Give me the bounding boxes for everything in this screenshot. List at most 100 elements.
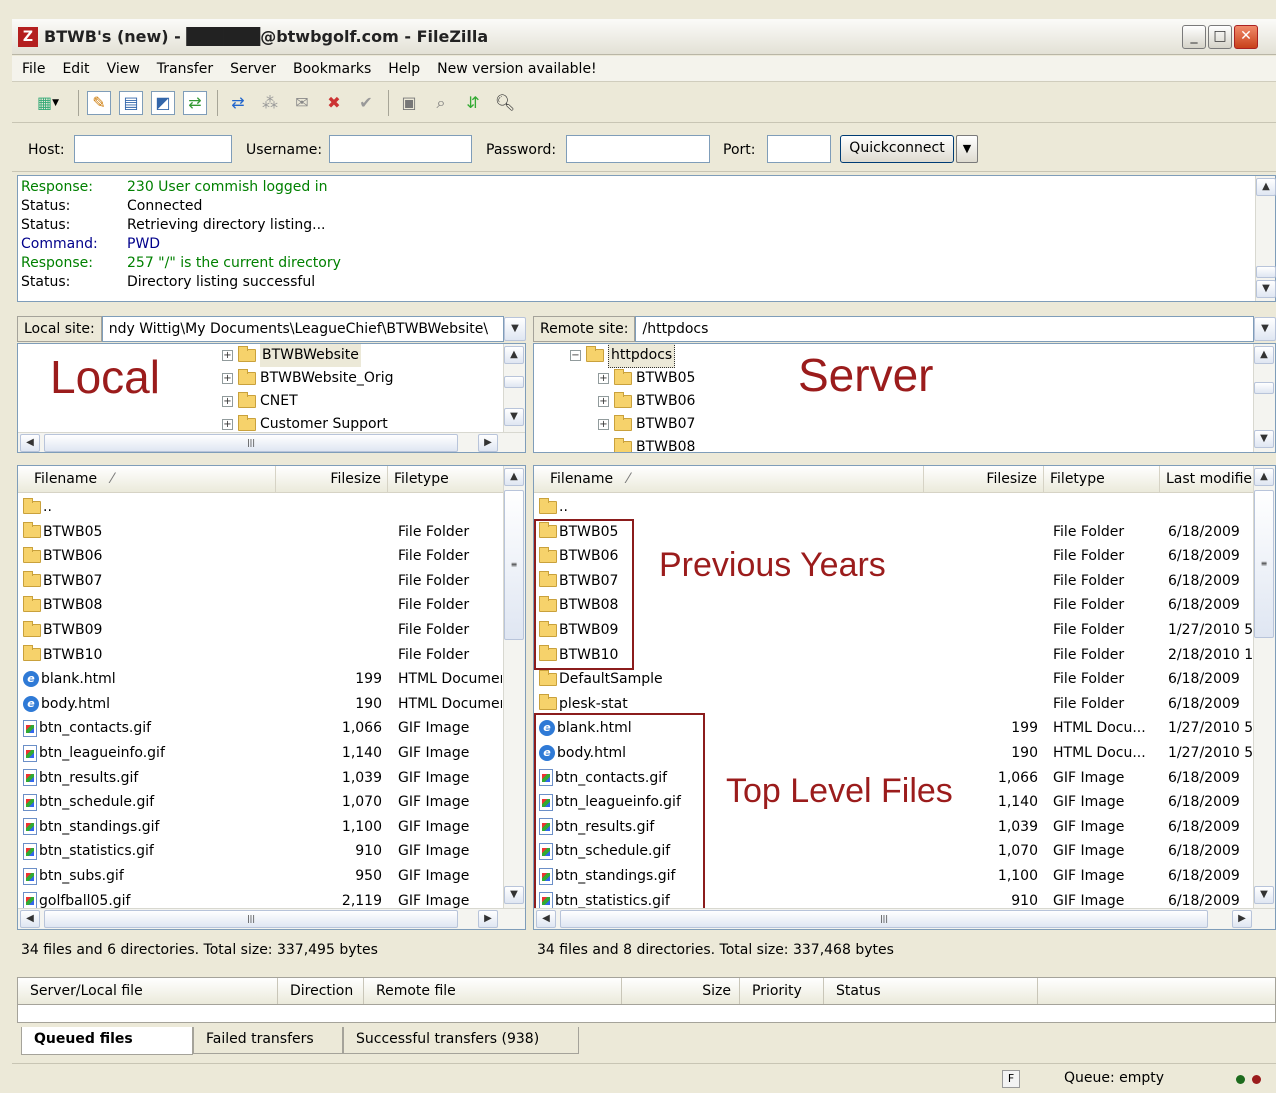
- local-file-row[interactable]: ..: [18, 495, 503, 520]
- expand-icon[interactable]: +: [598, 396, 609, 407]
- menu-new-version[interactable]: New version available!: [437, 61, 597, 77]
- scroll-down-icon[interactable]: ▼: [504, 408, 524, 426]
- remote-file-row[interactable]: BTWB06 File Folder 6/18/2009: [534, 544, 1255, 569]
- expand-icon[interactable]: +: [598, 419, 609, 430]
- scroll-right-icon[interactable]: ▶: [478, 434, 498, 452]
- local-header-filetype[interactable]: Filetype: [388, 466, 503, 493]
- scroll-up-icon[interactable]: ▲: [1256, 178, 1276, 196]
- username-input[interactable]: [329, 135, 472, 163]
- scroll-right-icon[interactable]: ▶: [478, 910, 498, 928]
- quickconnect-button[interactable]: Quickconnect: [840, 135, 954, 163]
- close-button[interactable]: ✕: [1234, 25, 1258, 49]
- expand-icon[interactable]: +: [222, 350, 233, 361]
- tab-failed-transfers[interactable]: Failed transfers: [193, 1027, 343, 1054]
- scroll-thumb[interactable]: |||: [44, 434, 458, 452]
- quickconnect-dropdown-icon[interactable]: ▼: [956, 135, 978, 163]
- remote-file-row[interactable]: BTWB10 File Folder 2/18/2010 1: [534, 643, 1255, 668]
- remote-path-dropdown-icon[interactable]: ▼: [1254, 317, 1276, 341]
- local-file-row[interactable]: btn_statistics.gif 910 GIF Image: [18, 839, 503, 864]
- local-tree-item[interactable]: + BTWBWebsite: [222, 344, 361, 367]
- search-icon[interactable]: 🔍︎: [493, 91, 517, 115]
- directory-comparison-icon[interactable]: ⌕: [429, 91, 453, 115]
- local-tree-item[interactable]: + BTWBWebsite_Orig: [222, 367, 393, 390]
- menu-bookmarks[interactable]: Bookmarks: [293, 61, 371, 77]
- remote-header-modified[interactable]: Last modifie: [1160, 466, 1255, 493]
- menu-file[interactable]: File: [22, 61, 45, 77]
- log-scrollbar[interactable]: ▲ ▼: [1255, 176, 1276, 301]
- remote-tree-item[interactable]: +BTWB08: [598, 436, 695, 452]
- scroll-thumb[interactable]: ≡: [504, 490, 524, 640]
- remote-list-hscrollbar[interactable]: ◀ ||| ▶: [534, 908, 1275, 929]
- remote-file-row[interactable]: BTWB05 File Folder 6/18/2009: [534, 520, 1255, 545]
- queue-col-remote-file[interactable]: Remote file: [364, 978, 622, 1004]
- menu-edit[interactable]: Edit: [62, 61, 89, 77]
- queue-col-priority[interactable]: Priority: [740, 978, 824, 1004]
- menu-server[interactable]: Server: [230, 61, 276, 77]
- queue-col-status[interactable]: Status: [824, 978, 1038, 1004]
- remote-tree-item[interactable]: + BTWB05: [598, 367, 695, 390]
- local-file-row[interactable]: btn_subs.gif 950 GIF Image: [18, 864, 503, 889]
- host-input[interactable]: [74, 135, 232, 163]
- local-file-row[interactable]: e blank.html 199 HTML Documer: [18, 667, 503, 692]
- remote-list-scrollbar[interactable]: ▲ ≡ ▼: [1253, 466, 1275, 908]
- local-list-scrollbar[interactable]: ▲ ≡ ▼: [503, 466, 525, 908]
- remote-file-row[interactable]: DefaultSample File Folder 6/18/2009: [534, 667, 1255, 692]
- local-path-dropdown-icon[interactable]: ▼: [504, 317, 526, 341]
- remote-tree-scrollbar[interactable]: ▲ ▼: [1253, 344, 1275, 452]
- menu-transfer[interactable]: Transfer: [157, 61, 213, 77]
- menu-view[interactable]: View: [107, 61, 140, 77]
- local-site-path[interactable]: ndy Wittig\My Documents\LeagueChief\BTWB…: [101, 316, 504, 342]
- toggle-local-tree-icon[interactable]: ▤: [119, 90, 143, 115]
- remote-site-path[interactable]: /httpdocs: [635, 316, 1254, 342]
- local-file-row[interactable]: btn_schedule.gif 1,070 GIF Image: [18, 790, 503, 815]
- scroll-down-icon[interactable]: ▼: [1254, 430, 1274, 448]
- local-file-row[interactable]: BTWB05 File Folder: [18, 520, 503, 545]
- remote-file-row[interactable]: BTWB09 File Folder 1/27/2010 5: [534, 618, 1255, 643]
- queue-col-direction[interactable]: Direction: [278, 978, 364, 1004]
- minimize-button[interactable]: _: [1182, 25, 1206, 49]
- reconnect-icon[interactable]: ✔: [354, 91, 378, 115]
- scroll-thumb[interactable]: ≡: [1254, 490, 1274, 638]
- expand-icon[interactable]: +: [222, 419, 233, 430]
- password-input[interactable]: [566, 135, 710, 163]
- scroll-up-icon[interactable]: ▲: [1254, 346, 1274, 364]
- disconnect-icon[interactable]: ✖: [322, 91, 346, 115]
- remote-header-filetype[interactable]: Filetype: [1044, 466, 1160, 493]
- local-file-row[interactable]: btn_contacts.gif 1,066 GIF Image: [18, 716, 503, 741]
- remote-file-row[interactable]: ..: [534, 495, 1255, 520]
- local-file-row[interactable]: BTWB08 File Folder: [18, 593, 503, 618]
- scroll-down-icon[interactable]: ▼: [1256, 280, 1276, 298]
- expand-icon[interactable]: +: [222, 396, 233, 407]
- scroll-down-icon[interactable]: ▼: [1254, 886, 1274, 904]
- toggle-remote-tree-icon[interactable]: ◩: [151, 90, 175, 115]
- local-file-row[interactable]: BTWB06 File Folder: [18, 544, 503, 569]
- local-tree-hscrollbar[interactable]: ◀ ||| ▶: [18, 432, 525, 452]
- remote-tree-item[interactable]: + BTWB07: [598, 413, 695, 436]
- synchronized-browsing-icon[interactable]: ⇵: [461, 91, 485, 115]
- local-file-row[interactable]: btn_leagueinfo.gif 1,140 GIF Image: [18, 741, 503, 766]
- local-tree-scrollbar[interactable]: ▲ ▼: [503, 344, 525, 432]
- local-header-filename[interactable]: Filename ⁄: [28, 466, 276, 493]
- remote-header-filename[interactable]: Filename ⁄: [544, 466, 924, 493]
- site-manager-icon[interactable]: ▦ ▼: [28, 91, 68, 115]
- title-bar[interactable]: Z BTWB's (new) - ██████@btwbgolf.com - F…: [12, 19, 1276, 55]
- local-header-filesize[interactable]: Filesize: [276, 466, 388, 493]
- port-input[interactable]: [767, 135, 831, 163]
- scroll-left-icon[interactable]: ◀: [20, 434, 40, 452]
- scroll-thumb[interactable]: [1256, 266, 1276, 278]
- scroll-up-icon[interactable]: ▲: [1254, 468, 1274, 486]
- queue-col-server-local[interactable]: Server/Local file: [18, 978, 278, 1004]
- local-file-row[interactable]: e body.html 190 HTML Documer: [18, 692, 503, 717]
- expand-icon[interactable]: +: [598, 373, 609, 384]
- queue-col-size[interactable]: Size: [622, 978, 740, 1004]
- scroll-up-icon[interactable]: ▲: [504, 346, 524, 364]
- remote-tree-item[interactable]: + BTWB06: [598, 390, 695, 413]
- scroll-thumb[interactable]: [504, 376, 524, 388]
- remote-header-filesize[interactable]: Filesize: [924, 466, 1044, 493]
- scroll-left-icon[interactable]: ◀: [20, 910, 40, 928]
- scroll-thumb[interactable]: |||: [560, 910, 1208, 928]
- local-file-row[interactable]: BTWB07 File Folder: [18, 569, 503, 594]
- scroll-up-icon[interactable]: ▲: [504, 468, 524, 486]
- scroll-down-icon[interactable]: ▼: [504, 886, 524, 904]
- expand-icon[interactable]: +: [222, 373, 233, 384]
